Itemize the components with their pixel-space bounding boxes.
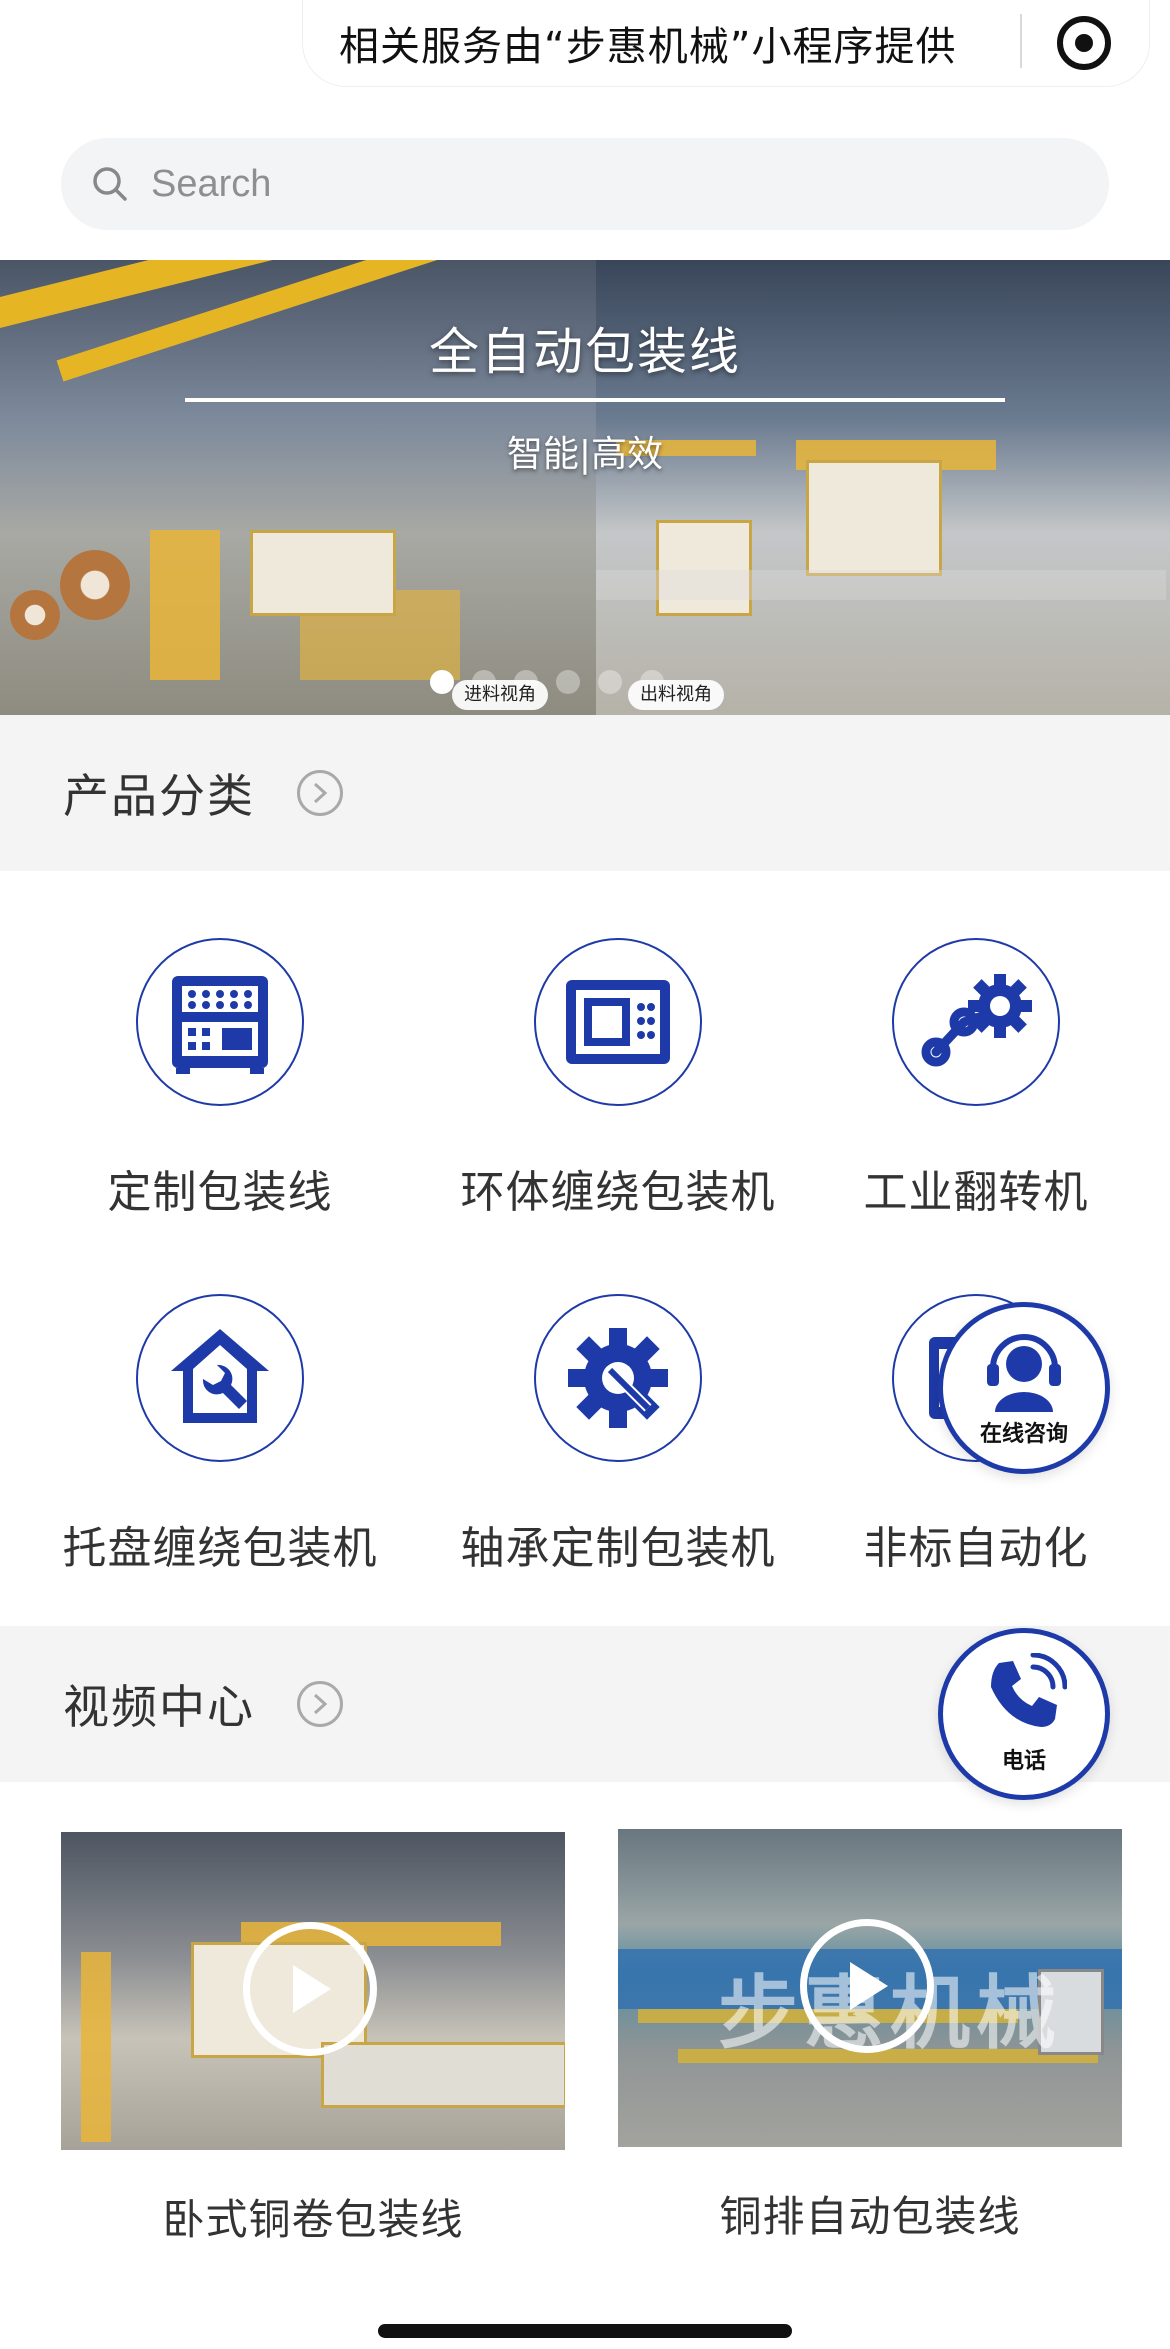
video-thumbnail[interactable]: 步惠机械 — [618, 1829, 1122, 2147]
target-icon[interactable] — [1057, 16, 1111, 70]
play-icon[interactable] — [800, 1919, 934, 2053]
chevron-right-circle-icon[interactable] — [297, 770, 343, 816]
video-thumbnail[interactable] — [61, 1832, 565, 2150]
phone-icon — [991, 1653, 1067, 1727]
gear-chain-icon — [892, 938, 1060, 1106]
category-item[interactable]: 工业翻转机 — [786, 938, 1166, 1220]
category-item[interactable]: 轴承定制包装机 — [428, 1294, 808, 1576]
search-input[interactable] — [149, 161, 953, 207]
banner-title: 全自动包装线 — [429, 323, 741, 381]
category-label: 托盘缠绕包装机 — [62, 1523, 378, 1574]
video-card[interactable]: 步惠机械 铜排自动包装线 — [618, 1829, 1122, 2244]
chevron-right-circle-icon[interactable] — [297, 1681, 343, 1727]
category-label: 轴承定制包装机 — [460, 1523, 776, 1574]
banner-subtitle: 智能|高效 — [506, 434, 664, 475]
category-item[interactable]: 托盘缠绕包装机 — [30, 1294, 410, 1576]
category-label: 定制包装线 — [107, 1167, 333, 1218]
machine-panel-icon — [136, 938, 304, 1106]
house-wrench-icon — [136, 1294, 304, 1462]
carousel-dot[interactable] — [430, 670, 454, 694]
play-icon[interactable] — [243, 1922, 377, 2056]
categories-title: 产品分类 — [63, 769, 255, 823]
headset-agent-icon — [987, 1334, 1061, 1412]
video-center-title: 视频中心 — [63, 1680, 255, 1734]
category-item[interactable]: 环体缠绕包装机 — [428, 938, 808, 1220]
banner-divider — [185, 398, 1005, 402]
banner-carousel[interactable]: 全自动包装线 智能|高效 进料视角 出料视角 — [0, 260, 1170, 715]
service-provider-text: 相关服务由“步惠机械”小程序提供 — [339, 24, 957, 70]
control-box-icon — [534, 938, 702, 1106]
category-label: 非标自动化 — [863, 1523, 1089, 1574]
search-bar[interactable] — [61, 138, 1109, 230]
category-label: 工业翻转机 — [863, 1167, 1089, 1218]
mini-program-capsule: 相关服务由“步惠机械”小程序提供 — [302, 0, 1150, 87]
carousel-dot[interactable] — [598, 670, 622, 694]
gear-wrench-icon — [534, 1294, 702, 1462]
video-title: 卧式铜卷包装线 — [162, 2195, 464, 2244]
search-icon — [93, 167, 127, 201]
phone-call-button[interactable]: 电话 — [938, 1628, 1110, 1800]
banner-left-tag: 进料视角 — [452, 680, 548, 710]
phone-label: 电话 — [1001, 1749, 1046, 1774]
category-item[interactable]: 定制包装线 — [30, 938, 410, 1220]
video-title: 铜排自动包装线 — [719, 2192, 1021, 2241]
banner-right-tag: 出料视角 — [628, 680, 724, 710]
category-label: 环体缠绕包装机 — [460, 1167, 776, 1218]
online-consult-label: 在线咨询 — [979, 1422, 1068, 1447]
capsule-divider — [1020, 14, 1022, 68]
home-indicator — [378, 2324, 792, 2338]
video-card[interactable]: 卧式铜卷包装线 — [61, 1832, 565, 2247]
online-consult-button[interactable]: 在线咨询 — [938, 1302, 1110, 1474]
categories-header[interactable]: 产品分类 — [0, 715, 1170, 871]
carousel-dot[interactable] — [556, 670, 580, 694]
